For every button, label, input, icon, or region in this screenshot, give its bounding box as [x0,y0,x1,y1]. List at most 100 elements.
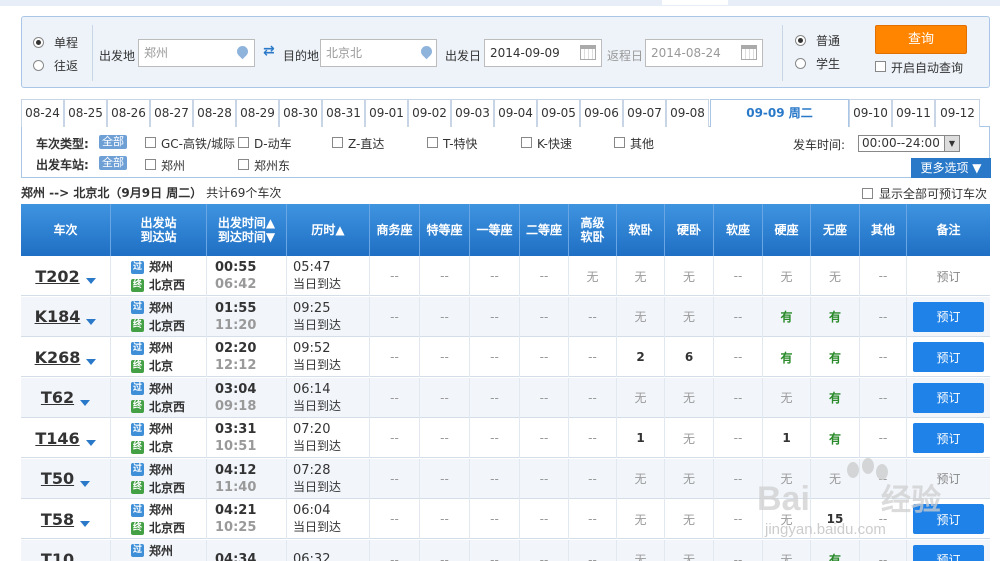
date-tab[interactable]: 09-03 [451,99,494,127]
expand-triangle-icon[interactable] [86,318,97,325]
query-button[interactable]: 查询 [875,25,967,54]
to-station-input[interactable]: 北京北 [320,39,437,67]
date-tab[interactable]: 09-08 [666,99,709,127]
date-tab[interactable]: 08-27 [150,99,193,127]
date-tab[interactable]: 09-07 [623,99,666,127]
seat-availability: -- [714,296,763,337]
station-all-button[interactable]: 全部 [99,156,127,170]
depart-time: 00:55 [215,260,257,275]
station-zhengzhou-checkbox[interactable] [145,159,156,170]
station-zhengzhoudong-checkbox[interactable] [238,159,249,170]
ticket-normal-radio[interactable] [795,35,806,46]
seat-availability: -- [860,377,907,418]
book-button[interactable]: 预订 [913,382,984,413]
type-k-checkbox[interactable] [521,137,532,148]
date-tab[interactable]: 09-04 [494,99,537,127]
book-button[interactable]: 预订 [913,342,984,372]
from-station-name: 郑州 [149,381,174,396]
seat-availability: 2 [617,337,665,377]
table-row: T146 过郑州终北京 03:31 10:51 07:20 当日到达 -- -- -- -- -- 1… [21,418,990,458]
table-row: T58 过郑州终北京西 04:21 10:25 06:04 当日到达 -- -- -- -- -- 无… [21,499,990,539]
type-t-checkbox[interactable] [427,137,438,148]
calendar-icon[interactable] [580,45,596,60]
train-number-link[interactable]: T58 [41,510,74,529]
date-tab[interactable]: 09-01 [365,99,408,127]
dropdown-arrow-icon[interactable]: ▼ [944,136,959,151]
seat-availability: -- [520,418,569,458]
auto-query-checkbox[interactable] [875,61,886,72]
book-button[interactable]: 预订 [913,544,984,561]
trip-round-radio[interactable] [33,60,44,71]
type-other-checkbox[interactable] [614,137,625,148]
from-station-name: 郑州 [149,543,174,558]
date-tab[interactable]: 09-02 [408,99,451,127]
expand-triangle-icon[interactable] [85,440,96,446]
seat-availability: -- [569,539,617,561]
trip-single-radio[interactable] [33,37,44,48]
col-soft-seat: 软座 [714,204,763,256]
book-button[interactable]: 预订 [913,301,984,332]
ticket-student-radio[interactable] [795,58,806,69]
date-tab[interactable]: 08-31 [322,99,365,127]
col-times[interactable]: 出发时间▲ 到达时间▼ [207,204,287,256]
expand-triangle-icon[interactable] [80,521,91,527]
arrive-time: 10:51 [215,439,257,454]
to-station-name: 北京西 [149,318,186,333]
date-tab[interactable]: 08-29 [236,99,279,127]
stations-cell: 过郑州终北京西 [111,458,207,499]
train-number-link[interactable]: K184 [35,307,81,326]
arrive-time: 06:42 [215,277,257,292]
date-tab[interactable]: 09-12 [935,99,980,127]
type-d-checkbox[interactable] [238,137,249,148]
train-number-link[interactable]: T146 [35,429,79,448]
type-z-checkbox[interactable] [332,137,343,148]
date-tab[interactable]: 09-05 [537,99,580,127]
seat-availability: -- [470,296,520,337]
train-type-all-button[interactable]: 全部 [99,135,127,149]
depart-time-label: 发车时间: [793,138,846,152]
duration-cell: 07:28 当日到达 [287,458,370,499]
col-duration[interactable]: 历时▲ [287,204,370,256]
book-button[interactable]: 预订 [913,423,984,453]
expand-triangle-icon[interactable] [80,399,91,406]
date-tab[interactable]: 09-11 [892,99,935,127]
times-cell: 04:34 [207,539,287,561]
swap-icon[interactable]: ⇄ [263,43,275,59]
expand-triangle-icon[interactable] [86,359,97,365]
times-cell: 00:55 06:42 [207,256,287,296]
train-no-cell: T146 [21,418,111,458]
train-number-link[interactable]: K268 [35,348,81,367]
depart-time: 04:12 [215,462,257,478]
table-row: T202 过郑州终北京西 00:55 06:42 05:47 当日到达 -- -- -- -- 无无… [21,256,990,296]
date-tab[interactable]: 08-30 [279,99,322,127]
show-all-toggle[interactable]: 显示全部可预订车次 [862,185,987,202]
date-tab[interactable]: 08-25 [64,99,107,127]
date-tab[interactable]: 09-06 [580,99,623,127]
train-number-link[interactable]: T62 [41,388,74,407]
arrive-time: 11:20 [215,317,257,333]
date-tab[interactable]: 08-26 [107,99,150,127]
train-no-cell: T58 [21,499,111,539]
calendar-icon[interactable] [741,45,757,60]
depart-time-select[interactable]: 00:00--24:00 ▼ [858,135,960,152]
train-number-link[interactable]: T202 [35,267,79,286]
to-station-name: 北京西 [149,521,186,535]
type-gc-checkbox[interactable] [145,137,156,148]
date-tab[interactable]: 08-24 [21,99,64,127]
date-tab[interactable]: 09-09 周二 [710,99,849,128]
train-number-link[interactable]: T10 [41,550,74,561]
date-tab[interactable]: 08-28 [193,99,236,127]
expand-triangle-icon[interactable] [85,278,96,284]
to-station: 终北京西 [131,317,185,335]
duration-value: 06:14 [293,381,331,397]
top-nav-tab[interactable] [662,0,728,5]
train-number-link[interactable]: T50 [41,469,74,488]
expand-triangle-icon[interactable] [80,480,91,487]
more-options-button[interactable]: 更多选项 ▼ [911,158,991,178]
seat-availability: -- [860,539,907,561]
train-type-label: 车次类型: [36,137,89,151]
date-tab[interactable]: 09-10 [849,99,892,127]
col-no-seat: 无座 [811,204,860,256]
book-button[interactable]: 预订 [913,504,984,534]
show-all-checkbox[interactable] [862,188,873,199]
